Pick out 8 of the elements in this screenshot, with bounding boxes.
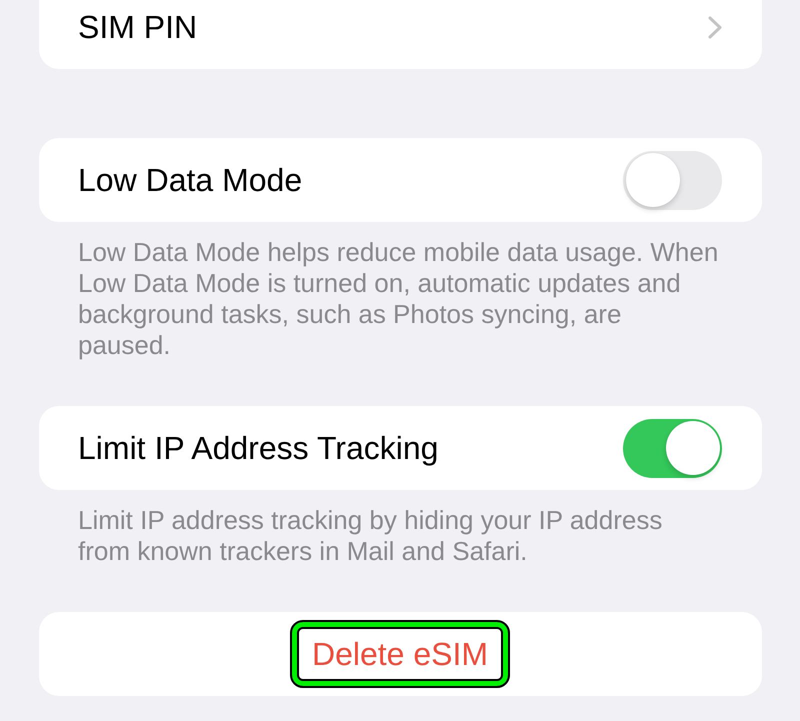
settings-row[interactable]: SIM PIN bbox=[39, 0, 762, 69]
chevron-right-icon bbox=[708, 16, 722, 39]
row-label: Limit IP Address Tracking bbox=[78, 430, 438, 466]
row-label: Low Data Mode bbox=[78, 162, 302, 198]
row-label: SIM PIN bbox=[78, 9, 198, 46]
delete-esim-button[interactable]: Delete eSIM bbox=[290, 620, 510, 688]
description-text: Limit IP address tracking by hiding your IP address from known trackers in Mail and Safari. bbox=[77, 505, 664, 567]
description-text: Low Data Mode helps reduce mobile data usage. When Low Data Mode is turned on, automatic updates and background tasks, such as Photos syncing, are paused. bbox=[77, 237, 720, 361]
